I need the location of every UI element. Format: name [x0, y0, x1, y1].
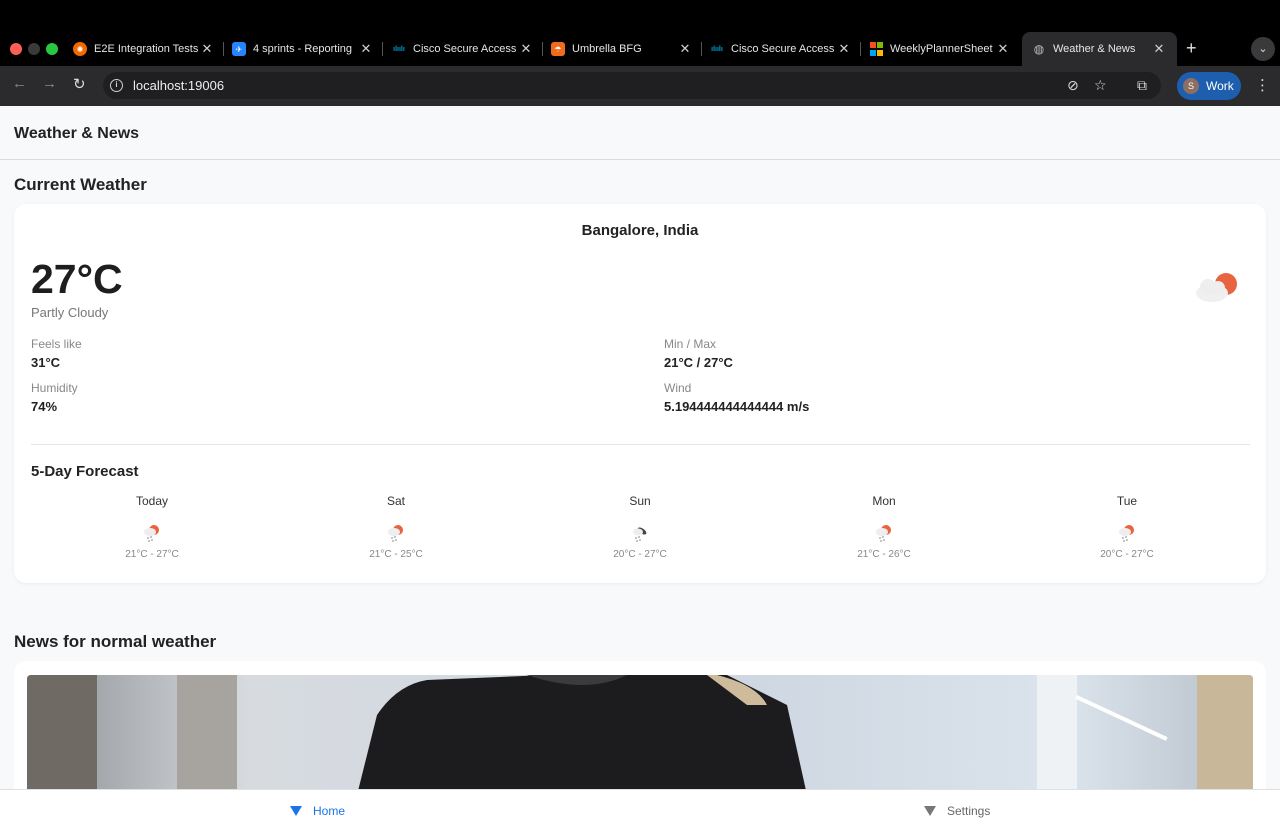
tab-search-icon[interactable]: ⌄: [1251, 37, 1275, 61]
forecast-day-label: Sun: [629, 494, 651, 508]
close-tab-icon[interactable]: ✕: [1151, 41, 1167, 57]
site-info-icon[interactable]: i: [110, 79, 123, 92]
light-rain-icon: [1119, 525, 1134, 542]
forecast-temp-range: 21°C - 27°C: [125, 549, 179, 560]
min-max-label: Min / Max: [664, 337, 717, 351]
tab-separator: [382, 42, 383, 56]
home-icon: [290, 806, 302, 816]
bookmark-star-icon[interactable]: ☆: [1094, 77, 1107, 94]
jira-icon: ✈: [232, 42, 246, 56]
window-maximize-button[interactable]: [46, 43, 58, 55]
settings-icon: [924, 806, 936, 816]
light-rain-icon: [144, 525, 159, 542]
close-tab-icon[interactable]: ✕: [358, 41, 374, 57]
tab-separator: [223, 42, 224, 56]
humidity-label: Humidity: [31, 381, 78, 395]
close-tab-icon[interactable]: ✕: [199, 41, 215, 57]
window-minimize-button[interactable]: [28, 43, 40, 55]
nav-home-label: Home: [313, 804, 346, 818]
browser-tab-active[interactable]: ◍ Weather & News ✕: [1022, 32, 1177, 66]
cisco-icon: ılıılı: [711, 45, 723, 53]
feels-like-label: Feels like: [31, 337, 82, 351]
profile-button[interactable]: S Work: [1177, 72, 1241, 100]
forecast-heading: 5-Day Forecast: [31, 463, 139, 480]
grafana-icon: ✺: [73, 42, 87, 56]
feels-like-value: 31°C: [31, 355, 61, 370]
back-icon[interactable]: ←: [12, 75, 27, 92]
forecast-day: Mon 21°C - 26°C: [804, 494, 964, 560]
close-tab-icon[interactable]: ✕: [518, 41, 534, 57]
close-tab-icon[interactable]: ✕: [677, 41, 693, 57]
forward-icon[interactable]: →: [42, 75, 57, 92]
forecast-temp-range: 20°C - 27°C: [613, 549, 667, 560]
min-max-value: 21°C / 27°C: [664, 355, 733, 370]
app-header: Weather & News: [0, 106, 1280, 160]
url-text[interactable]: localhost:19006: [133, 78, 224, 93]
news-photo: [27, 675, 1253, 795]
light-rain-icon: [388, 525, 403, 542]
humidity-value: 74%: [31, 399, 58, 414]
news-heading: News for normal weather: [14, 632, 217, 651]
browser-tab[interactable]: ☂ Umbrella BFG ✕: [551, 36, 693, 62]
profile-label: Work: [1206, 79, 1234, 93]
tab-separator: [860, 42, 861, 56]
nav-home[interactable]: Home: [290, 804, 345, 818]
partly-cloudy-icon: [1196, 273, 1237, 302]
address-bar[interactable]: [103, 72, 1161, 99]
forecast-day: Sat 21°C - 25°C: [316, 494, 476, 560]
rain-night-icon: [633, 527, 647, 542]
news-article-image[interactable]: [27, 675, 1253, 795]
card-divider: [31, 444, 1250, 445]
browser-tab[interactable]: ✈ 4 sprints - Reporting ✕: [232, 36, 374, 62]
avatar: S: [1183, 78, 1199, 94]
wind-value: 5.194444444444444 m/s: [664, 399, 810, 414]
globe-icon: ◍: [1033, 42, 1045, 56]
current-weather-heading: Current Weather: [14, 175, 147, 194]
current-temperature: 27°C: [31, 256, 123, 302]
forecast-day-label: Tue: [1116, 494, 1138, 508]
current-weather-card: Bangalore, India 27°C Partly Cloudy Feel…: [14, 204, 1266, 583]
window-close-button[interactable]: [10, 43, 22, 55]
forecast-temp-range: 21°C - 25°C: [369, 549, 423, 560]
browser-tab[interactable]: WeeklyPlannerSheet ✕: [869, 36, 1011, 62]
location-name: Bangalore, India: [581, 222, 699, 239]
forecast-day-label: Today: [135, 494, 169, 508]
tracking-protection-icon[interactable]: ⊘: [1067, 77, 1079, 94]
reload-icon[interactable]: ↻: [73, 75, 86, 93]
new-tab-icon[interactable]: +: [1186, 38, 1197, 59]
forecast-day-label: Sat: [386, 494, 405, 508]
tab-separator: [542, 42, 543, 56]
forecast-day: Sun 20°C - 27°C: [560, 494, 720, 560]
browser-menu-icon[interactable]: ⋮: [1255, 76, 1270, 94]
cisco-icon: ılıılı: [393, 45, 405, 53]
browser-tab[interactable]: ılıılı Cisco Secure Access ✕: [710, 36, 852, 62]
extensions-icon[interactable]: ⧉: [1137, 77, 1147, 94]
light-rain-icon: [876, 525, 891, 542]
microsoft-icon: [869, 42, 883, 56]
browser-tab[interactable]: ✺ E2E Integration Tests ✕: [73, 36, 215, 62]
app-title: Weather & News: [14, 125, 140, 142]
umbrella-icon: ☂: [551, 42, 565, 56]
forecast-day: Tue 20°C - 27°C: [1047, 494, 1207, 560]
forecast-day-label: Mon: [872, 494, 896, 508]
browser-tab[interactable]: ılıılı Cisco Secure Access ✕: [392, 36, 534, 62]
nav-settings[interactable]: Settings: [924, 804, 990, 818]
nav-settings-label: Settings: [947, 804, 991, 818]
close-tab-icon[interactable]: ✕: [995, 41, 1011, 57]
close-tab-icon[interactable]: ✕: [836, 41, 852, 57]
weather-condition: Partly Cloudy: [31, 305, 109, 320]
tab-separator: [701, 42, 702, 56]
bottom-navigation: Home Settings: [0, 789, 1280, 831]
forecast-temp-range: 21°C - 26°C: [857, 549, 911, 560]
forecast-temp-range: 20°C - 27°C: [1100, 549, 1154, 560]
forecast-day: Today 21°C - 27°C: [72, 494, 232, 560]
wind-label: Wind: [664, 381, 692, 395]
